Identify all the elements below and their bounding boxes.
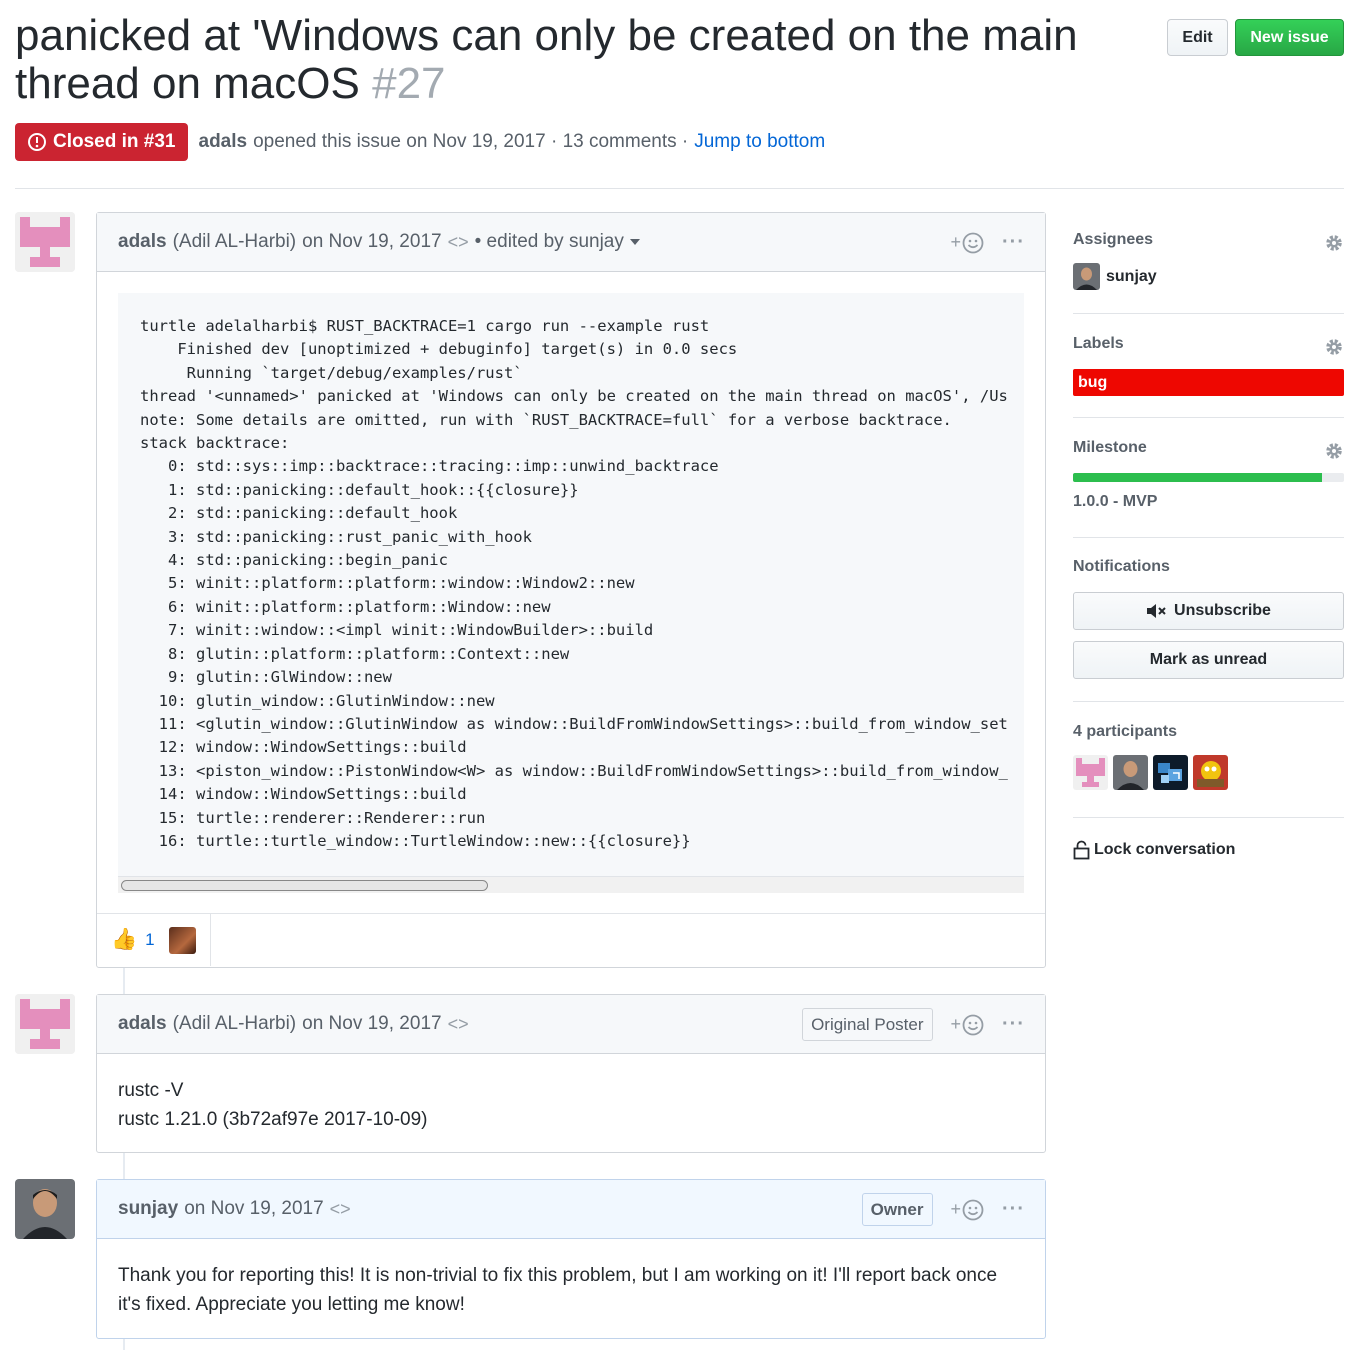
code-block-text: turtle adelalharbi$ RUST_BACKTRACE=1 car… <box>140 317 1008 850</box>
avatar[interactable] <box>15 1179 75 1239</box>
more-options-icon[interactable]: ··· <box>1002 231 1025 254</box>
comment-body: rustc -V rustc 1.21.0 (3b72af97e 2017-10… <box>97 1054 1045 1156</box>
assignee-item[interactable]: sunjay <box>1073 263 1344 290</box>
issue-meta: Closed in #31 adals opened this issue on… <box>15 123 825 161</box>
participant-avatar[interactable] <box>1193 755 1228 790</box>
avatar <box>1073 263 1100 290</box>
comment: sunjay on Nov 19, 2017 <> Owner + ··· Th… <box>96 1179 1046 1339</box>
comment-date-link[interactable]: on Nov 19, 2017 <box>184 1198 323 1220</box>
comment-date-link[interactable]: on Nov 19, 2017 <box>302 1013 441 1035</box>
issue-title-text: panicked at 'Windows can only be created… <box>15 11 1078 108</box>
labels-heading[interactable]: Labels <box>1073 335 1344 353</box>
comment-author-link[interactable]: adals <box>118 231 167 253</box>
assignees-heading[interactable]: Assignees <box>1073 231 1344 249</box>
milestone-heading[interactable]: Milestone <box>1073 439 1344 457</box>
mute-icon <box>1147 604 1166 618</box>
original-poster-badge: Original Poster <box>802 1008 933 1041</box>
new-issue-button[interactable]: New issue <box>1235 19 1344 56</box>
milestone-progress-fill <box>1073 473 1323 482</box>
comment-header: adals (Adil AL-Harbi) on Nov 19, 2017 <>… <box>97 995 1045 1054</box>
sidebar-divider <box>1073 537 1344 538</box>
code-icon: <> <box>447 1013 469 1034</box>
milestone-section: Milestone 1.0.0 - MVP <box>1073 439 1344 511</box>
issue-title: panicked at 'Windows can only be created… <box>15 12 1115 108</box>
header-divider <box>15 188 1344 189</box>
more-options-icon[interactable]: ··· <box>1002 1198 1025 1221</box>
add-reaction-button[interactable]: + <box>951 1199 985 1221</box>
timeline-line <box>123 1152 125 1180</box>
assignee-name: sunjay <box>1106 267 1157 285</box>
comment-header: sunjay on Nov 19, 2017 <> Owner + ··· <box>97 1180 1045 1239</box>
status-badge: Closed in #31 <box>15 123 188 161</box>
reaction-count: 1 <box>145 930 155 949</box>
sidebar-divider <box>1073 701 1344 702</box>
timeline-line <box>123 967 125 995</box>
smiley-icon <box>962 1199 984 1220</box>
milestone-link[interactable]: 1.0.0 - MVP <box>1073 493 1344 511</box>
code-icon: <> <box>329 1198 351 1219</box>
comment-body-line: rustc -V <box>118 1080 184 1101</box>
comment-body: Thank you for reporting this! It is non-… <box>118 1265 998 1315</box>
comment-author-link[interactable]: adals <box>118 1013 167 1035</box>
caret-down-icon[interactable] <box>629 239 640 245</box>
participants-heading: 4 participants <box>1073 723 1178 740</box>
add-reaction-button[interactable]: + <box>951 1014 985 1036</box>
gear-icon[interactable] <box>1324 337 1344 357</box>
edit-button[interactable]: Edit <box>1167 19 1228 56</box>
lock-section: Lock conversation <box>1073 840 1344 860</box>
gear-icon[interactable] <box>1324 233 1344 253</box>
code-block: turtle adelalharbi$ RUST_BACKTRACE=1 car… <box>118 293 1024 891</box>
comment-date-link[interactable]: on Nov 19, 2017 <box>302 231 441 253</box>
gear-icon[interactable] <box>1324 441 1344 461</box>
comment-author-fullname: (Adil AL-Harbi) <box>172 231 297 252</box>
issue-opened-text: opened this issue on Nov 19, 2017 · 13 c… <box>253 131 689 152</box>
notifications-section: Notifications Unsubscribe Mark as unread <box>1073 558 1344 679</box>
status-badge-label: Closed in #31 <box>53 131 176 152</box>
comment: adals (Adil AL-Harbi) on Nov 19, 2017 <>… <box>96 994 1046 1153</box>
labels-section: Labels bug <box>1073 335 1344 396</box>
sidebar-divider <box>1073 417 1344 418</box>
thumbs-up-reaction[interactable]: 👍 1 <box>97 914 211 966</box>
reactions-bar: 👍 1 <box>97 913 1045 966</box>
reactor-avatar[interactable] <box>168 926 196 954</box>
issue-number: #27 <box>372 59 446 108</box>
notifications-heading: Notifications <box>1073 558 1170 575</box>
more-options-icon[interactable]: ··· <box>1002 1013 1025 1036</box>
avatar[interactable] <box>15 994 75 1054</box>
label-bug[interactable]: bug <box>1073 369 1344 396</box>
participant-avatar[interactable] <box>1113 755 1148 790</box>
add-reaction-button[interactable]: + <box>951 232 985 254</box>
sidebar-divider <box>1073 817 1344 818</box>
smiley-icon <box>962 1014 984 1035</box>
horizontal-scrollbar[interactable] <box>118 876 1024 893</box>
scrollbar-thumb[interactable] <box>121 880 488 891</box>
lock-conversation-label: Lock conversation <box>1094 841 1236 858</box>
comment-body-line: rustc 1.21.0 (3b72af97e 2017-10-09) <box>118 1109 428 1130</box>
unsubscribe-button[interactable]: Unsubscribe <box>1073 592 1344 630</box>
comment-header: adals (Adil AL-Harbi) on Nov 19, 2017 <>… <box>97 213 1045 272</box>
comment-author-link[interactable]: sunjay <box>118 1198 178 1220</box>
issue-closed-icon <box>28 133 46 151</box>
sidebar-divider <box>1073 313 1344 314</box>
milestone-progress-bar <box>1073 473 1344 482</box>
issue-author-link[interactable]: adals <box>199 131 248 153</box>
participants-list <box>1073 755 1344 790</box>
code-icon: <> <box>447 231 469 252</box>
avatar[interactable] <box>15 212 75 272</box>
smiley-icon <box>962 232 984 253</box>
lock-conversation-link[interactable]: Lock conversation <box>1073 840 1344 860</box>
participants-section: 4 participants <box>1073 723 1344 790</box>
participant-avatar[interactable] <box>1073 755 1108 790</box>
comment: adals (Adil AL-Harbi) on Nov 19, 2017 <>… <box>96 212 1046 968</box>
assignees-section: Assignees sunjay <box>1073 231 1344 290</box>
lock-icon <box>1073 840 1090 860</box>
unsubscribe-label: Unsubscribe <box>1174 602 1271 619</box>
participant-avatar[interactable] <box>1153 755 1188 790</box>
owner-badge: Owner <box>861 1193 933 1226</box>
thumbs-up-icon: 👍 <box>111 928 138 951</box>
comment-author-fullname: (Adil AL-Harbi) <box>172 1013 297 1034</box>
jump-to-bottom-link[interactable]: Jump to bottom <box>694 131 825 153</box>
mark-as-unread-button[interactable]: Mark as unread <box>1073 641 1344 679</box>
edited-by-dropdown[interactable]: • edited by sunjay <box>475 231 624 253</box>
